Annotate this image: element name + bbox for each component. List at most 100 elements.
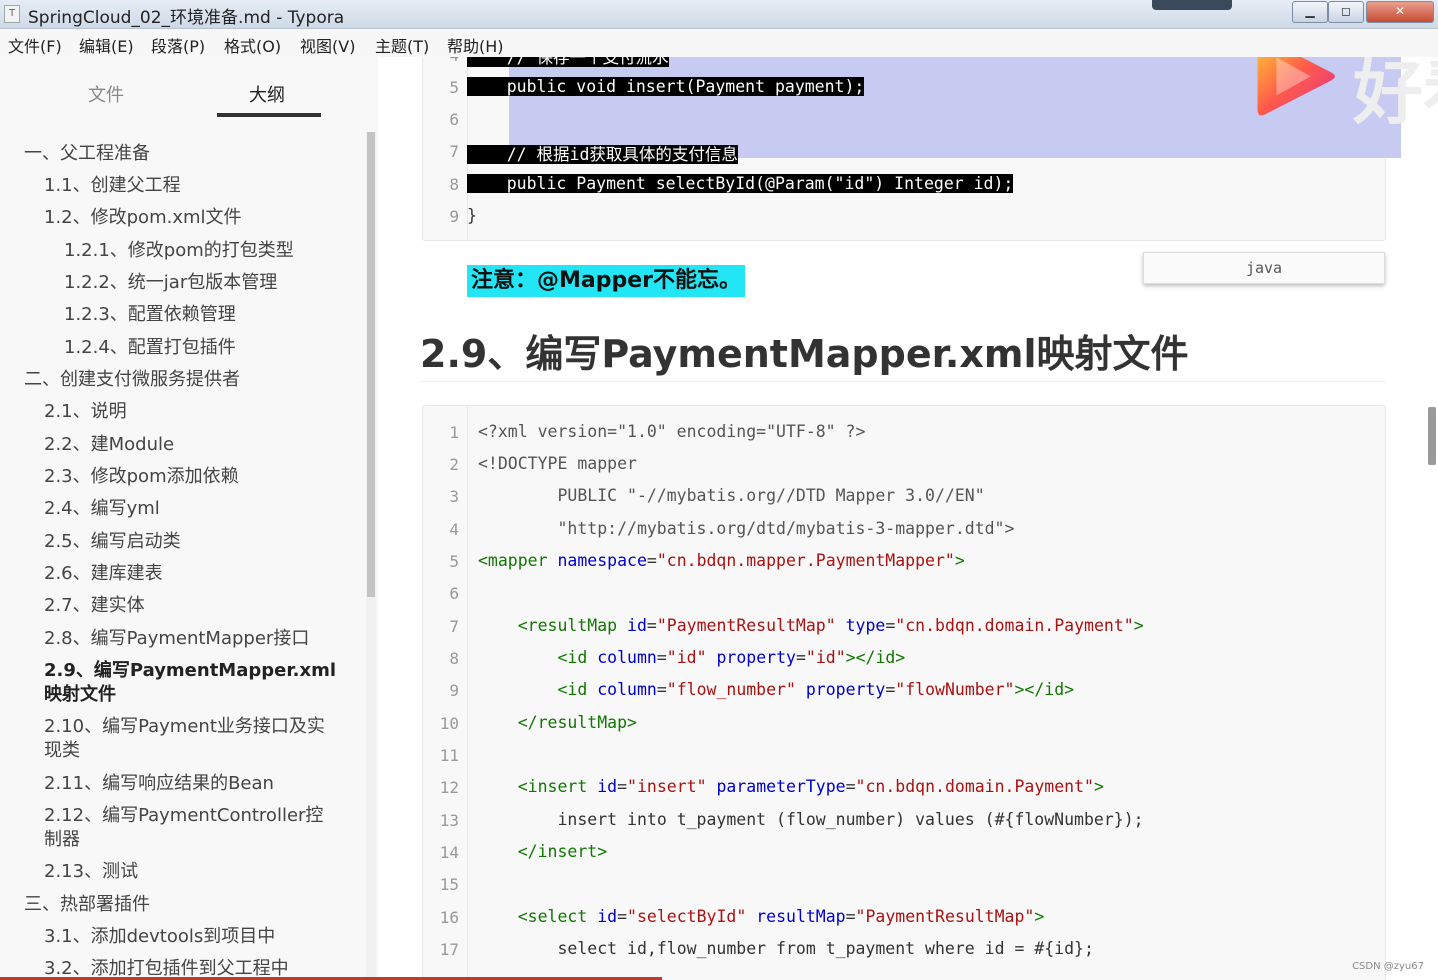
maximize-button[interactable]: ◻ xyxy=(1328,1,1364,23)
note-highlight-text: 注意：@Mapper不能忘。 xyxy=(467,265,746,297)
code-line: select id,flow_number from t_payment whe… xyxy=(557,939,1094,958)
outline-item[interactable]: 2.12、编写PaymentController控 xyxy=(44,804,323,827)
line-number: 14 xyxy=(439,843,459,862)
outline-item[interactable]: 2.2、建Module xyxy=(44,433,174,456)
close-button[interactable]: ✕ xyxy=(1366,1,1434,23)
menu-theme[interactable]: 主题(T) xyxy=(375,33,429,57)
code-line: <resultMap id="PaymentResultMap" type="c… xyxy=(517,616,1144,635)
line-number: 9 xyxy=(449,681,459,700)
typora-app-icon: T xyxy=(4,5,20,23)
outline-item[interactable]: 1.2、修改pom.xml文件 xyxy=(44,206,242,229)
code-line: // 根据id获取具体的支付信息 xyxy=(467,145,738,164)
line-number: 4 xyxy=(449,520,459,539)
outline-item[interactable]: 二、创建支付微服务提供者 xyxy=(24,368,240,391)
sidebar: 文件 大纲 一、父工程准备 1.1、创建父工程 1.2、修改pom.xml文件 … xyxy=(0,57,378,980)
line-number: 5 xyxy=(449,552,459,571)
menu-bar: 文件(F) 编辑(E) 段落(P) 格式(O) 视图(V) 主题(T) 帮助(H… xyxy=(0,29,1438,57)
outline-item[interactable]: 2.4、编写yml xyxy=(44,497,160,520)
overlay-brand-text: 好看 xyxy=(1353,57,1438,134)
line-number: 17 xyxy=(439,940,459,959)
outline-item[interactable]: 1.2.4、配置打包插件 xyxy=(64,336,236,359)
outline-item[interactable]: 2.13、测试 xyxy=(44,860,138,883)
sidebar-scrollbar-thumb[interactable] xyxy=(367,132,375,597)
recording-indicator xyxy=(1152,0,1232,10)
line-number: 6 xyxy=(449,110,459,129)
outline-item[interactable]: 2.5、编写启动类 xyxy=(44,530,181,553)
line-number: 3 xyxy=(449,487,459,506)
code-line: <?xml version="1.0" encoding="UTF-8" ?> xyxy=(478,422,866,441)
outline-item-cont[interactable]: 现类 xyxy=(44,739,80,762)
outline-item[interactable]: 2.1、说明 xyxy=(44,400,127,423)
menu-format[interactable]: 格式(O) xyxy=(224,33,281,57)
code-language-input[interactable]: java xyxy=(1143,252,1385,284)
line-number-gutter: 1 2 3 4 5 6 7 8 9 10 11 12 13 14 15 16 1… xyxy=(423,406,468,980)
video-play-logo-icon xyxy=(1257,57,1335,116)
line-number: 4 xyxy=(423,57,459,65)
code-line: } xyxy=(467,206,477,225)
editor-scrollbar-thumb[interactable] xyxy=(1428,407,1436,465)
outline-item-active[interactable]: 2.9、编写PaymentMapper.xml xyxy=(44,659,336,682)
tab-files[interactable]: 文件 xyxy=(88,81,124,107)
heading-divider xyxy=(420,381,1386,382)
code-line: <!DOCTYPE mapper xyxy=(478,454,637,473)
line-number: 7 xyxy=(449,617,459,636)
line-number: 6 xyxy=(449,584,459,603)
window-title: SpringCloud_02_环境准备.md - Typora xyxy=(28,8,345,28)
code-line: public Payment selectById(@Param("id") I… xyxy=(467,174,1014,193)
code-line: "http://mybatis.org/dtd/mybatis-3-mapper… xyxy=(478,519,1015,538)
outline-item[interactable]: 2.10、编写Payment业务接口及实 xyxy=(44,715,325,738)
outline-item[interactable]: 2.7、建实体 xyxy=(44,594,145,617)
title-bar: T SpringCloud_02_环境准备.md - Typora ▁ ◻ ✕ xyxy=(0,0,1438,29)
menu-help[interactable]: 帮助(H) xyxy=(447,33,504,57)
code-line: </insert> xyxy=(517,842,608,861)
line-number: 1 xyxy=(449,423,459,442)
line-number: 8 xyxy=(449,175,459,194)
line-number: 8 xyxy=(449,649,459,668)
code-line: <mapper namespace="cn.bdqn.mapper.Paymen… xyxy=(478,551,965,570)
minimize-button[interactable]: ▁ xyxy=(1292,1,1328,23)
line-number: 13 xyxy=(439,811,459,830)
menu-paragraph[interactable]: 段落(P) xyxy=(151,33,205,57)
menu-file[interactable]: 文件(F) xyxy=(8,33,62,57)
code-line: <insert id="insert" parameterType="cn.bd… xyxy=(517,777,1104,796)
line-number: 16 xyxy=(439,908,459,927)
xml-code-block[interactable]: 1 2 3 4 5 6 7 8 9 10 11 12 13 14 15 16 1… xyxy=(422,405,1386,980)
outline-item-active-cont[interactable]: 映射文件 xyxy=(44,683,116,706)
line-number-gutter: 4 5 6 7 8 9 xyxy=(423,57,468,240)
code-line: <select id="selectById" resultMap="Payme… xyxy=(517,907,1045,926)
line-number: 12 xyxy=(439,778,459,797)
line-number: 5 xyxy=(449,78,459,97)
outline-item[interactable]: 2.3、修改pom添加依赖 xyxy=(44,465,239,488)
code-line: PUBLIC "-//mybatis.org//DTD Mapper 3.0//… xyxy=(478,486,985,505)
java-code-block[interactable]: 4 5 6 7 8 9 // 保存一个支付流水 public void inse… xyxy=(422,57,1401,241)
line-number: 15 xyxy=(439,875,459,894)
outline-item[interactable]: 3.1、添加devtools到项目中 xyxy=(44,925,275,948)
section-heading: 2.9、编写PaymentMapper.xml映射文件 xyxy=(420,332,1189,376)
outline-item[interactable]: 2.11、编写响应结果的Bean xyxy=(44,772,274,795)
line-number: 10 xyxy=(439,714,459,733)
code-line: <id column="flow_number" property="flowN… xyxy=(557,680,1075,699)
active-tab-indicator xyxy=(217,113,321,117)
outline-item[interactable]: 2.6、建库建表 xyxy=(44,562,163,585)
code-line: <id column="id" property="id"></id> xyxy=(557,648,906,667)
outline-item[interactable]: 1.2.2、统一jar包版本管理 xyxy=(64,271,277,294)
menu-view[interactable]: 视图(V) xyxy=(300,33,355,57)
line-number: 9 xyxy=(449,207,459,226)
tab-outline[interactable]: 大纲 xyxy=(249,81,285,107)
line-number: 7 xyxy=(449,142,459,161)
watermark-text: CSDN @zyu67 xyxy=(1352,961,1424,972)
code-line: </resultMap> xyxy=(517,713,637,732)
outline-item[interactable]: 1.2.1、修改pom的打包类型 xyxy=(64,239,294,262)
outline-item[interactable]: 一、父工程准备 xyxy=(24,142,150,165)
code-line: insert into t_payment (flow_number) valu… xyxy=(557,810,1144,829)
code-line: public void insert(Payment payment); xyxy=(467,77,865,96)
outline-item[interactable]: 三、热部署插件 xyxy=(24,893,150,916)
outline-item-cont[interactable]: 制器 xyxy=(44,828,80,851)
editor-area[interactable]: 4 5 6 7 8 9 // 保存一个支付流水 public void inse… xyxy=(378,57,1438,980)
outline-item[interactable]: 1.1、创建父工程 xyxy=(44,174,181,197)
outline-item[interactable]: 2.8、编写PaymentMapper接口 xyxy=(44,627,309,650)
outline-item[interactable]: 1.2.3、配置依赖管理 xyxy=(64,303,236,326)
code-line: // 保存一个支付流水 xyxy=(467,57,669,67)
line-number: 11 xyxy=(439,746,459,765)
menu-edit[interactable]: 编辑(E) xyxy=(79,33,134,57)
